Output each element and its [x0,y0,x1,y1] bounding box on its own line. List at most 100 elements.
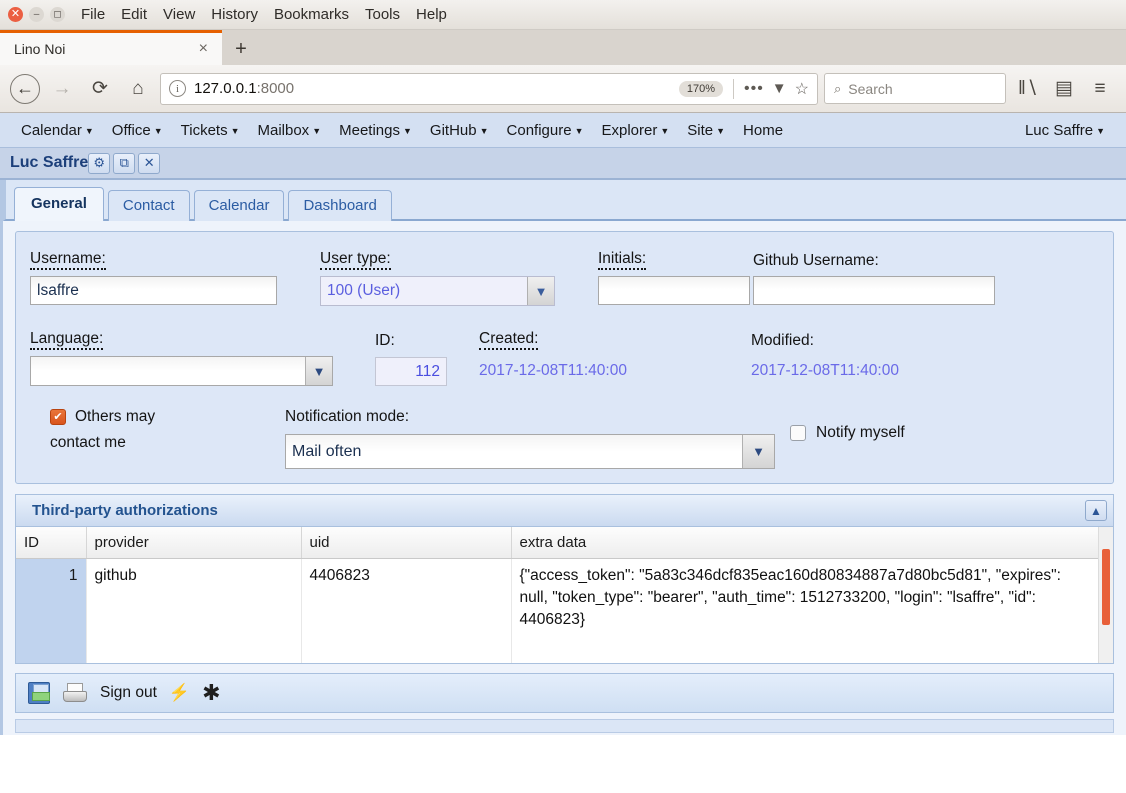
menu-explorer[interactable]: Explorer ▼ [592,122,678,139]
language-value [31,357,305,385]
id-value: 112 [375,356,447,386]
bookmark-star-icon[interactable]: ☆ [795,79,809,99]
menu-edit[interactable]: Edit [121,6,147,23]
url-host: 127.0.0.1 [194,80,257,97]
menu-tools[interactable]: Tools [365,6,400,23]
window-close-button[interactable]: ✕ [8,7,23,22]
menu-configure[interactable]: Configure ▼ [498,122,593,139]
lightning-bolt-icon[interactable]: ⚡ [169,683,190,703]
column-header-id[interactable]: ID [16,527,87,559]
new-tab-button[interactable]: + [222,33,260,65]
print-icon[interactable] [62,683,88,703]
id-label: ID: [375,332,395,349]
language-select[interactable]: ▼ [30,356,333,386]
column-header-extra-data[interactable]: extra data [511,527,1113,559]
tab-general[interactable]: General [14,187,104,221]
lino-content-wrapper: General Contact Calendar Dashboard Usern… [0,180,1126,735]
search-input[interactable]: ⌕ Search [824,73,1006,104]
chevron-down-icon[interactable]: ▼ [527,277,554,305]
authorizations-table: ID provider uid extra data 1 github 4406… [16,527,1113,663]
tab-calendar[interactable]: Calendar [193,190,285,221]
github-username-input[interactable] [753,276,995,305]
chevron-down-icon[interactable]: ▼ [305,357,332,385]
github-username-label: Github Username: [753,252,879,269]
vertical-scrollbar[interactable] [1098,527,1113,663]
modified-value: 2017-12-08T11:40:00 [751,362,899,379]
cell-provider: github [86,558,302,663]
browser-menubar: File Edit View History Bookmarks Tools H… [81,6,447,23]
created-label: Created: [479,330,539,350]
lino-menubar: Calendar ▼ Office ▼ Tickets ▼ Mailbox ▼ Meet… [0,113,1126,148]
zoom-level-badge[interactable]: 170% [678,80,723,97]
chevron-down-icon: ▼ [230,126,240,136]
chevron-down-icon: ▼ [1096,126,1105,136]
menu-bookmarks[interactable]: Bookmarks [274,6,349,23]
menu-history[interactable]: History [211,6,258,23]
sign-out-button[interactable]: Sign out [100,684,157,702]
asterisk-icon[interactable]: ✱ [202,682,220,704]
menu-office[interactable]: Office ▼ [103,122,172,139]
url-text: 127.0.0.1:8000 [194,80,671,97]
page-actions-icon[interactable]: ••• [744,80,764,98]
menu-label: Office [111,121,151,139]
column-header-provider[interactable]: provider [86,527,302,559]
menu-user-luc-saffre[interactable]: Luc Saffre ▼ [1016,122,1114,139]
tab-dashboard[interactable]: Dashboard [288,190,392,221]
window-maximize-button[interactable]: ◻ [50,7,65,22]
column-header-uid[interactable]: uid [301,527,512,559]
notification-mode-label: Notification mode: [285,408,410,425]
window-minimize-button[interactable]: – [29,7,44,22]
username-input[interactable]: lsaffre [30,276,277,305]
sidebar-icon[interactable]: ▤ [1048,73,1080,105]
save-icon[interactable] [28,682,50,704]
menu-view[interactable]: View [163,6,195,23]
user-type-label: User type: [320,250,391,270]
pin-icon[interactable]: ⧉ [113,152,136,174]
menu-github[interactable]: GitHub ▼ [421,122,498,139]
menu-calendar[interactable]: Calendar ▼ [12,122,103,139]
form-tabstrip: General Contact Calendar Dashboard [3,180,1126,221]
initials-label: Initials: [598,250,647,270]
initials-input[interactable] [598,276,750,305]
table-row[interactable]: 1 github 4406823 {"access_token": "5a83c… [16,558,1113,663]
collapse-icon[interactable]: ▲ [1085,500,1107,521]
others-may-contact-checkbox[interactable]: ✔ [50,408,66,425]
browser-tab-lino-noi[interactable]: Lino Noi × [0,30,222,65]
menu-label: GitHub [429,121,477,139]
menu-file[interactable]: File [81,6,105,23]
menu-meetings[interactable]: Meetings ▼ [330,122,421,139]
forward-icon[interactable]: → [46,73,78,105]
close-icon[interactable]: ✕ [138,152,161,174]
menu-site[interactable]: Site ▼ [678,122,734,139]
url-bar[interactable]: i 127.0.0.1:8000 170% ••• ▼ ☆ [160,72,818,105]
notify-myself-checkbox[interactable] [790,424,806,441]
navbar-right-icons: ‖∖ ▤ ≡ [1012,73,1116,105]
browser-tab-label: Lino Noi [14,41,66,57]
menu-help[interactable]: Help [416,6,447,23]
reload-icon[interactable]: ⟳ [84,73,116,105]
user-type-value: 100 (User) [321,277,527,305]
window-controls: ✕ – ◻ [8,7,65,22]
chevron-down-icon[interactable]: ▼ [742,435,774,468]
site-info-icon[interactable]: i [169,80,186,97]
chevron-down-icon: ▼ [716,126,726,136]
tab-contact[interactable]: Contact [107,190,190,221]
pocket-icon[interactable]: ▼ [772,80,787,97]
menu-label: Home [743,121,784,139]
user-type-select[interactable]: 100 (User) ▼ [320,276,555,306]
library-icon[interactable]: ‖∖ [1012,73,1044,105]
notification-mode-select[interactable]: Mail often ▼ [285,434,775,469]
home-icon[interactable]: ⌂ [122,73,154,105]
menu-mailbox[interactable]: Mailbox ▼ [249,122,331,139]
chevron-down-icon: ▼ [479,126,489,136]
menu-label: Mailbox [257,121,310,139]
menu-home[interactable]: Home [734,122,792,139]
gear-icon[interactable]: ⚙ [88,152,111,174]
menu-label: Explorer [601,121,658,139]
menu-tickets[interactable]: Tickets ▼ [172,122,249,139]
back-icon[interactable]: ← [10,73,40,104]
browser-titlebar: ✕ – ◻ File Edit View History Bookmarks T… [0,0,1126,30]
hamburger-menu-icon[interactable]: ≡ [1084,73,1116,105]
close-icon[interactable]: × [195,40,212,58]
scrollbar-thumb[interactable] [1102,549,1110,625]
